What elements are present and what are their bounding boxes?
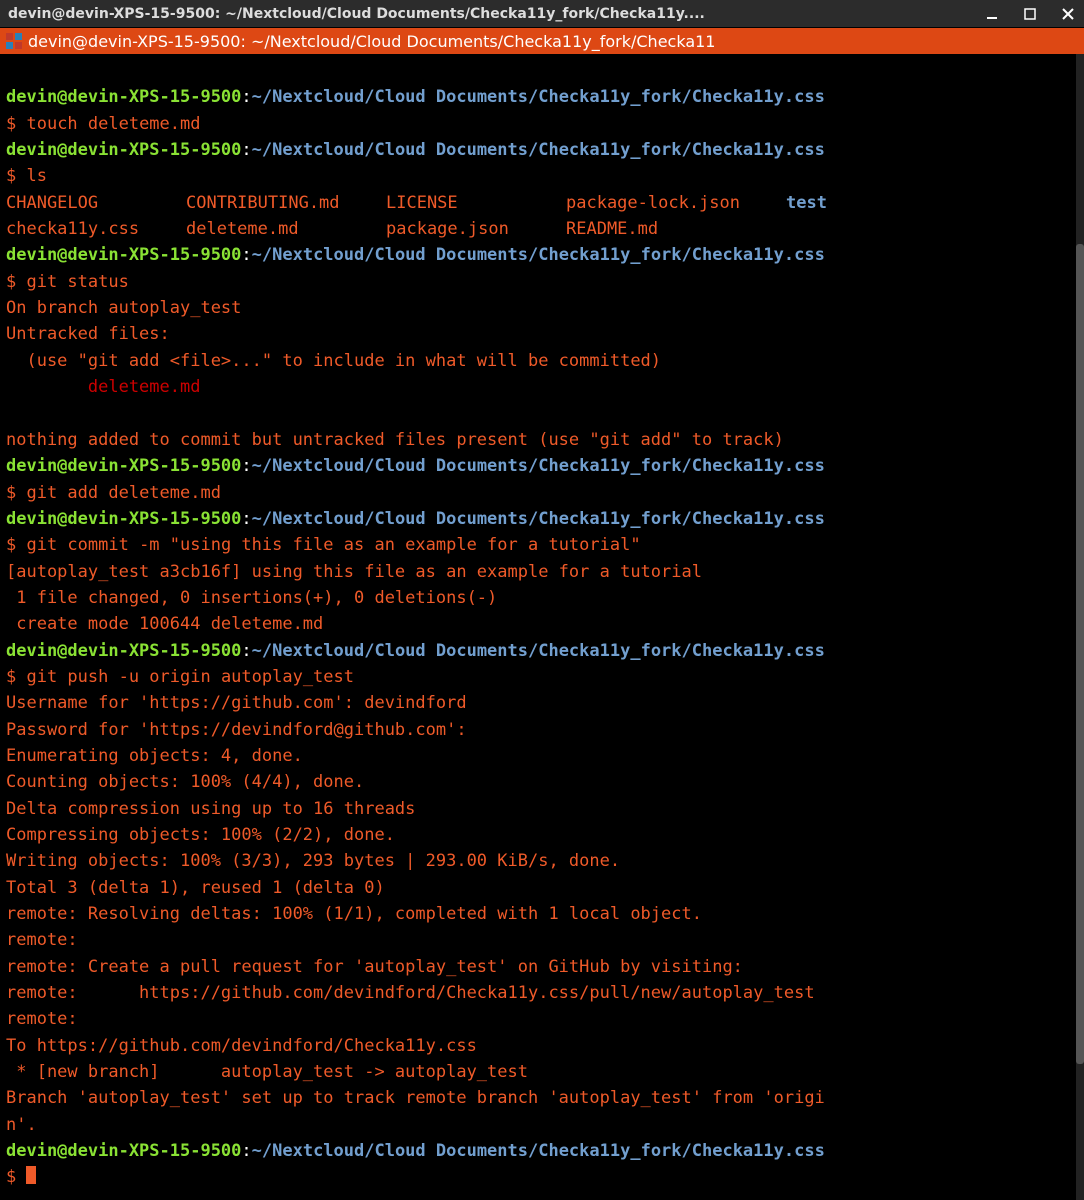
push-out: remote: bbox=[6, 930, 88, 950]
prompt-dollar: $ bbox=[6, 272, 26, 292]
cmd-git-status: git status bbox=[26, 272, 128, 292]
prompt-path: ~/Nextcloud/Cloud Documents/Checka11y_fo… bbox=[252, 140, 825, 160]
status-untracked-hint: (use "git add <file>..." to include in w… bbox=[6, 351, 661, 371]
prompt-sep: : bbox=[241, 1141, 251, 1161]
prompt-path: ~/Nextcloud/Cloud Documents/Checka11y_fo… bbox=[252, 1141, 825, 1161]
cursor bbox=[26, 1166, 36, 1184]
ls-item: CHANGELOG bbox=[6, 190, 186, 216]
prompt-sep: : bbox=[241, 245, 251, 265]
push-out: Enumerating objects: 4, done. bbox=[6, 746, 303, 766]
push-out: * [new branch] autoplay_test -> autoplay… bbox=[6, 1062, 528, 1082]
window-title: devin@devin-XPS-15-9500: ~/Nextcloud/Clo… bbox=[8, 6, 984, 22]
prompt-dollar: $ bbox=[6, 114, 26, 134]
push-out: Password for 'https://devindford@github.… bbox=[6, 720, 477, 740]
terminal-icon bbox=[6, 33, 22, 49]
window-titlebar[interactable]: devin@devin-XPS-15-9500: ~/Nextcloud/Clo… bbox=[0, 0, 1084, 28]
scrollbar[interactable] bbox=[1076, 54, 1084, 1200]
prompt-dollar: $ bbox=[6, 667, 26, 687]
push-out: remote: bbox=[6, 1009, 88, 1029]
tab-title: devin@devin-XPS-15-9500: ~/Nextcloud/Clo… bbox=[28, 32, 715, 51]
push-out: Username for 'https://github.com': devin… bbox=[6, 693, 467, 713]
prompt-path: ~/Nextcloud/Cloud Documents/Checka11y_fo… bbox=[252, 641, 825, 661]
cmd-ls: ls bbox=[26, 166, 46, 186]
cmd-git-commit: git commit -m "using this file as an exa… bbox=[26, 535, 640, 555]
terminal-tabbar[interactable]: devin@devin-XPS-15-9500: ~/Nextcloud/Clo… bbox=[0, 28, 1084, 54]
ls-item-dir: test bbox=[786, 190, 827, 216]
prompt-user: devin@devin-XPS-15-9500 bbox=[6, 87, 241, 107]
status-untracked-file: deleteme.md bbox=[6, 377, 200, 397]
push-out: remote: Resolving deltas: 100% (1/1), co… bbox=[6, 904, 702, 924]
commit-out: [autoplay_test a3cb16f] using this file … bbox=[6, 562, 702, 582]
prompt-user: devin@devin-XPS-15-9500 bbox=[6, 509, 241, 529]
prompt-path: ~/Nextcloud/Cloud Documents/Checka11y_fo… bbox=[252, 509, 825, 529]
push-out: Compressing objects: 100% (2/2), done. bbox=[6, 825, 395, 845]
prompt-sep: : bbox=[241, 641, 251, 661]
prompt-user: devin@devin-XPS-15-9500 bbox=[6, 140, 241, 160]
cmd-touch: touch deleteme.md bbox=[26, 114, 200, 134]
prompt-dollar: $ bbox=[6, 483, 26, 503]
prompt-sep: : bbox=[241, 140, 251, 160]
maximize-button[interactable] bbox=[1022, 6, 1038, 22]
commit-out: create mode 100644 deleteme.md bbox=[6, 614, 323, 634]
ls-item: deleteme.md bbox=[186, 216, 386, 242]
prompt-user: devin@devin-XPS-15-9500 bbox=[6, 1141, 241, 1161]
prompt-dollar: $ bbox=[6, 1167, 26, 1187]
prompt-dollar: $ bbox=[6, 535, 26, 555]
push-out: To https://github.com/devindford/Checka1… bbox=[6, 1036, 477, 1056]
push-out: Total 3 (delta 1), reused 1 (delta 0) bbox=[6, 878, 385, 898]
commit-out: 1 file changed, 0 insertions(+), 0 delet… bbox=[6, 588, 497, 608]
push-out: Writing objects: 100% (3/3), 293 bytes |… bbox=[6, 851, 620, 871]
push-out: Delta compression using up to 16 threads bbox=[6, 799, 415, 819]
ls-row: CHANGELOGCONTRIBUTING.mdLICENSEpackage-l… bbox=[6, 190, 1078, 216]
push-out: remote: https://github.com/devindford/Ch… bbox=[6, 983, 815, 1003]
status-nothing: nothing added to commit but untracked fi… bbox=[6, 430, 784, 450]
scrollbar-thumb[interactable] bbox=[1076, 244, 1084, 1064]
prompt-dollar: $ bbox=[6, 166, 26, 186]
prompt-sep: : bbox=[241, 509, 251, 529]
ls-item: package.json bbox=[386, 216, 566, 242]
prompt-user: devin@devin-XPS-15-9500 bbox=[6, 456, 241, 476]
prompt-user: devin@devin-XPS-15-9500 bbox=[6, 245, 241, 265]
push-out: remote: Create a pull request for 'autop… bbox=[6, 957, 743, 977]
status-untracked-head: Untracked files: bbox=[6, 324, 170, 344]
ls-item: package-lock.json bbox=[566, 190, 786, 216]
prompt-sep: : bbox=[241, 87, 251, 107]
ls-item: checka11y.css bbox=[6, 216, 186, 242]
push-out: Branch 'autoplay_test' set up to track r… bbox=[6, 1088, 825, 1108]
push-out: n'. bbox=[6, 1115, 37, 1135]
status-branch: On branch autoplay_test bbox=[6, 298, 241, 318]
window-controls bbox=[984, 6, 1076, 22]
cmd-git-add: git add deleteme.md bbox=[26, 483, 220, 503]
ls-row: checka11y.cssdeleteme.mdpackage.jsonREAD… bbox=[6, 216, 1078, 242]
ls-item: README.md bbox=[566, 216, 658, 242]
cmd-git-push: git push -u origin autoplay_test bbox=[26, 667, 354, 687]
close-button[interactable] bbox=[1060, 6, 1076, 22]
minimize-button[interactable] bbox=[984, 6, 1000, 22]
prompt-user: devin@devin-XPS-15-9500 bbox=[6, 641, 241, 661]
terminal-body[interactable]: devin@devin-XPS-15-9500:~/Nextcloud/Clou… bbox=[0, 54, 1084, 1200]
prompt-path: ~/Nextcloud/Cloud Documents/Checka11y_fo… bbox=[252, 245, 825, 265]
prompt-path: ~/Nextcloud/Cloud Documents/Checka11y_fo… bbox=[252, 87, 825, 107]
prompt-path: ~/Nextcloud/Cloud Documents/Checka11y_fo… bbox=[252, 456, 825, 476]
push-out: Counting objects: 100% (4/4), done. bbox=[6, 772, 364, 792]
ls-item: LICENSE bbox=[386, 190, 566, 216]
terminal-window: devin@devin-XPS-15-9500: ~/Nextcloud/Clo… bbox=[0, 0, 1084, 1200]
prompt-sep: : bbox=[241, 456, 251, 476]
ls-item: CONTRIBUTING.md bbox=[186, 190, 386, 216]
